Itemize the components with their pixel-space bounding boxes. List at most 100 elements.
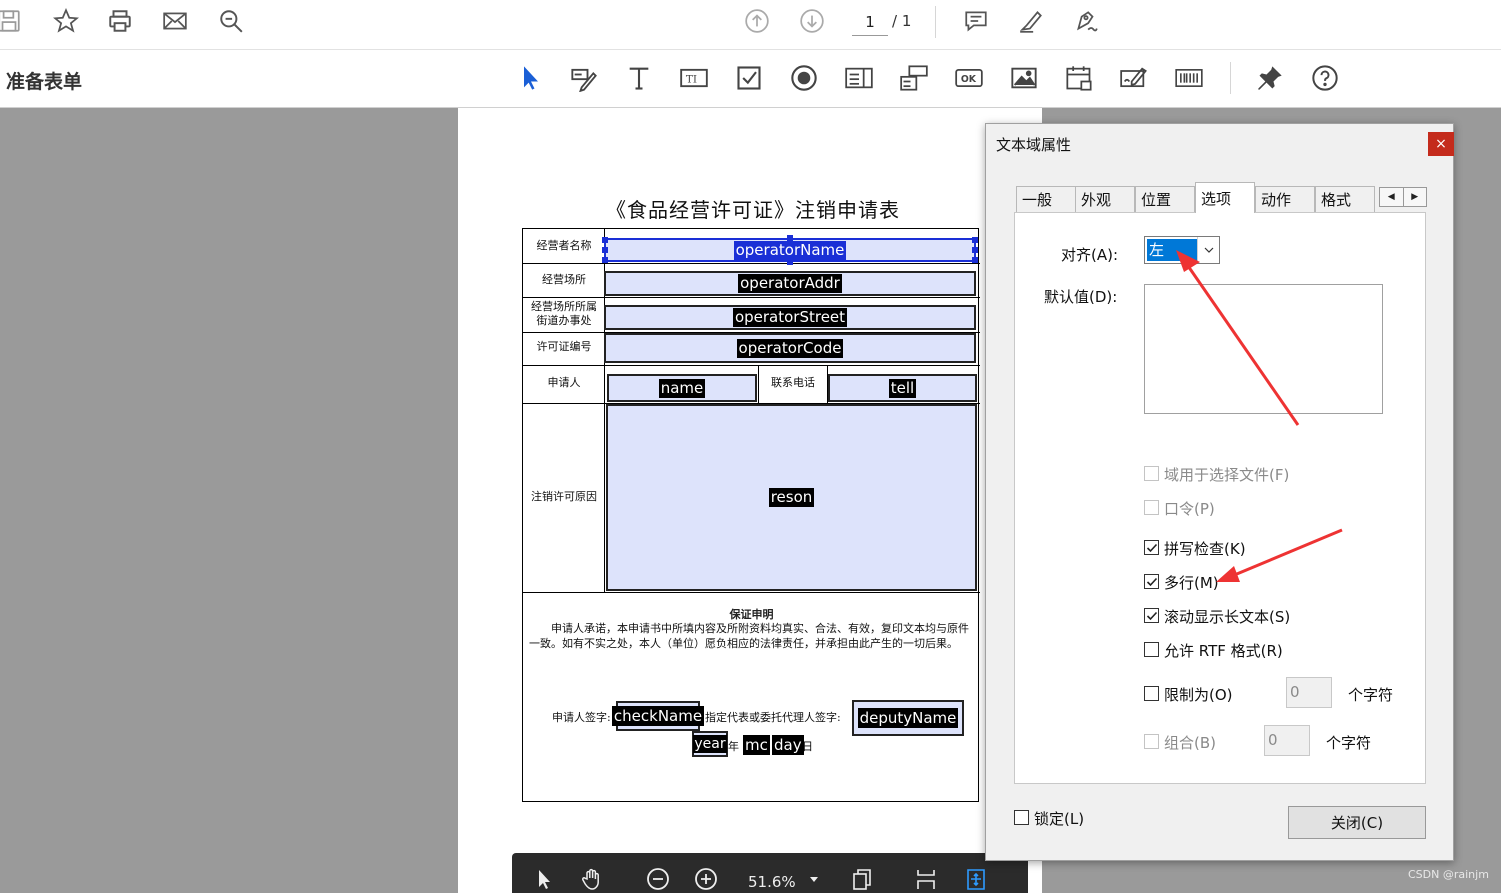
main-toolbar: 1 / 1: [0, 0, 1501, 50]
tab-position[interactable]: 位置: [1135, 186, 1195, 212]
label-operator-code: 许可证编号: [536, 340, 592, 353]
svg-text:TI: TI: [686, 74, 697, 86]
tab-scroll-left-icon[interactable]: ◀: [1380, 188, 1404, 206]
hand-icon[interactable]: [578, 865, 606, 893]
zoom-out-icon[interactable]: [644, 865, 672, 893]
edit-fields-icon[interactable]: [568, 62, 600, 94]
spellcheck-checkbox[interactable]: [1144, 540, 1159, 555]
selection-handle[interactable]: [972, 257, 978, 263]
select-arrow-icon[interactable]: [515, 62, 547, 94]
selection-handle[interactable]: [972, 237, 978, 243]
barcode-icon[interactable]: [1173, 62, 1205, 94]
tab-options[interactable]: 选项: [1195, 182, 1255, 213]
help-icon[interactable]: [1309, 62, 1341, 94]
field-operatorAddr[interactable]: operatorAddr: [604, 271, 976, 296]
page-copy-icon[interactable]: [848, 865, 876, 893]
selection-handle[interactable]: [602, 247, 608, 253]
field-day[interactable]: day: [772, 735, 804, 755]
label-applicant: 申请人: [547, 376, 581, 389]
list-box-icon[interactable]: [843, 62, 875, 94]
date-tool-icon[interactable]: [1063, 62, 1095, 94]
declaration-title: 保证申明: [729, 608, 774, 621]
field-operatorStreet[interactable]: operatorStreet: [604, 305, 976, 330]
dialog-close-x-button[interactable]: ×: [1428, 132, 1454, 156]
zoom-search-icon[interactable]: [216, 6, 246, 36]
mail-icon[interactable]: [160, 6, 190, 36]
save-icon[interactable]: [0, 6, 24, 36]
field-tell[interactable]: tell: [828, 374, 977, 402]
field-operatorCode[interactable]: operatorCode: [604, 333, 976, 363]
zoom-level[interactable]: 51.6%: [748, 873, 796, 891]
tab-appearance[interactable]: 外观: [1075, 186, 1135, 212]
limit-checkbox[interactable]: [1144, 686, 1159, 701]
dropdown-tool-icon[interactable]: [898, 62, 930, 94]
tab-scroll-right-icon[interactable]: ▶: [1404, 188, 1427, 206]
highlight-icon[interactable]: [1016, 6, 1046, 36]
pin-icon[interactable]: [1254, 62, 1286, 94]
align-select[interactable]: 左: [1144, 236, 1220, 264]
sign-icon[interactable]: [1071, 6, 1101, 36]
selection-handle[interactable]: [787, 259, 793, 265]
lock-checkbox[interactable]: [1014, 810, 1029, 825]
selection-handle[interactable]: [602, 257, 608, 263]
field-name[interactable]: name: [607, 374, 757, 402]
field-deputyName[interactable]: deputyName: [852, 700, 964, 736]
full-screen-icon[interactable]: [962, 865, 990, 893]
signature-field-icon[interactable]: [1118, 62, 1150, 94]
label-operator-street-1: 经营场所所属: [531, 300, 597, 313]
file-select-checkbox[interactable]: [1144, 466, 1159, 481]
multiline-checkbox[interactable]: [1144, 574, 1159, 589]
document-title: 《食品经营许可证》注销申请表: [606, 198, 900, 222]
zoom-dropdown-icon[interactable]: [800, 865, 828, 893]
field-name-text: name: [658, 378, 706, 398]
field-reson[interactable]: reson: [606, 404, 977, 591]
scroll-long-text-checkbox[interactable]: [1144, 608, 1159, 623]
selection-handle[interactable]: [602, 237, 608, 243]
image-tool-icon[interactable]: [1008, 62, 1040, 94]
star-icon[interactable]: [51, 6, 81, 36]
align-select-value: 左: [1147, 239, 1197, 261]
page-number-input[interactable]: 1: [852, 8, 888, 36]
multiline-label: 多行(M): [1164, 574, 1219, 592]
field-operatorName-text: operatorName: [733, 240, 847, 260]
checkbox-tool-icon[interactable]: [733, 62, 765, 94]
field-month[interactable]: mc: [743, 735, 770, 755]
file-select-label: 域用于选择文件(F): [1164, 466, 1290, 484]
page-down-icon[interactable]: [797, 6, 827, 36]
pointer-icon[interactable]: [530, 865, 558, 893]
radio-tool-icon[interactable]: [788, 62, 820, 94]
declaration-body: 申请人承诺，本申请书中所填内容及所附资料均真实、合法、有效，复印文本均与原件一致…: [529, 622, 969, 650]
limit-chars-input[interactable]: 0: [1286, 677, 1332, 708]
comb-chars-input[interactable]: 0: [1264, 725, 1310, 756]
day-suffix: 日: [802, 740, 813, 753]
limit-label: 限制为(O): [1164, 686, 1233, 704]
watermark: CSDN @rainjm: [1408, 868, 1489, 881]
field-reson-text: reson: [768, 488, 815, 507]
password-checkbox[interactable]: [1144, 500, 1159, 515]
page-up-icon[interactable]: [742, 6, 772, 36]
selection-handle[interactable]: [787, 235, 793, 241]
comb-checkbox[interactable]: [1144, 734, 1159, 749]
text-field-properties-dialog: 文本域属性 × 一般 外观 位置 选项 动作 格式 ◀ ▶ 对齐(A): 左 默…: [985, 123, 1454, 861]
selection-handle[interactable]: [972, 247, 978, 253]
tab-general[interactable]: 一般: [1016, 186, 1076, 212]
text-field-icon[interactable]: TI: [678, 62, 710, 94]
chevron-down-icon[interactable]: [1197, 237, 1219, 263]
field-year[interactable]: year: [692, 731, 728, 757]
default-value-textarea[interactable]: [1144, 284, 1383, 414]
field-checkName[interactable]: checkName: [611, 701, 705, 731]
field-operatorCode-text: operatorCode: [736, 338, 844, 358]
comment-icon[interactable]: [961, 6, 991, 36]
button-ok-icon[interactable]: OK: [953, 62, 985, 94]
print-icon[interactable]: [105, 6, 135, 36]
label-operator-street-2: 街道办事处: [536, 314, 592, 327]
text-icon[interactable]: [623, 62, 655, 94]
field-tell-text: tell: [888, 378, 917, 398]
zoom-in-icon[interactable]: [692, 865, 720, 893]
rtf-checkbox[interactable]: [1144, 642, 1159, 657]
fit-page-icon[interactable]: [912, 865, 940, 893]
svg-text:OK: OK: [961, 74, 977, 85]
close-button[interactable]: 关闭(C): [1288, 806, 1426, 839]
tab-actions[interactable]: 动作: [1255, 186, 1315, 212]
tab-format[interactable]: 格式: [1315, 186, 1375, 212]
